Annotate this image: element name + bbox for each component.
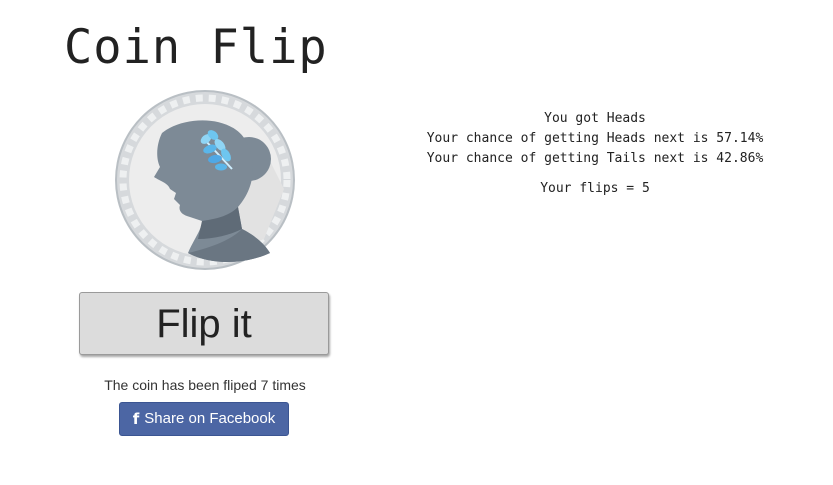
flip-it-button[interactable]: Flip it (79, 292, 329, 355)
tails-chance-text: Your chance of getting Tails next is 42.… (426, 151, 764, 166)
coin-image (114, 89, 296, 271)
global-flip-count: The coin has been fliped 7 times (104, 377, 306, 393)
last-result-text: You got Heads (544, 111, 646, 126)
result-panel: You got Heads Your chance of getting Hea… (400, 109, 790, 199)
your-flips-text: Your flips = 5 (540, 181, 650, 196)
facebook-icon: f (132, 410, 140, 428)
page-title: Coin Flip (64, 20, 328, 75)
heads-chance-text: Your chance of getting Heads next is 57.… (426, 131, 764, 146)
coin-head-icon (115, 90, 295, 270)
share-label: Share on Facebook (144, 410, 276, 427)
share-on-facebook-button[interactable]: f Share on Facebook (119, 402, 289, 436)
